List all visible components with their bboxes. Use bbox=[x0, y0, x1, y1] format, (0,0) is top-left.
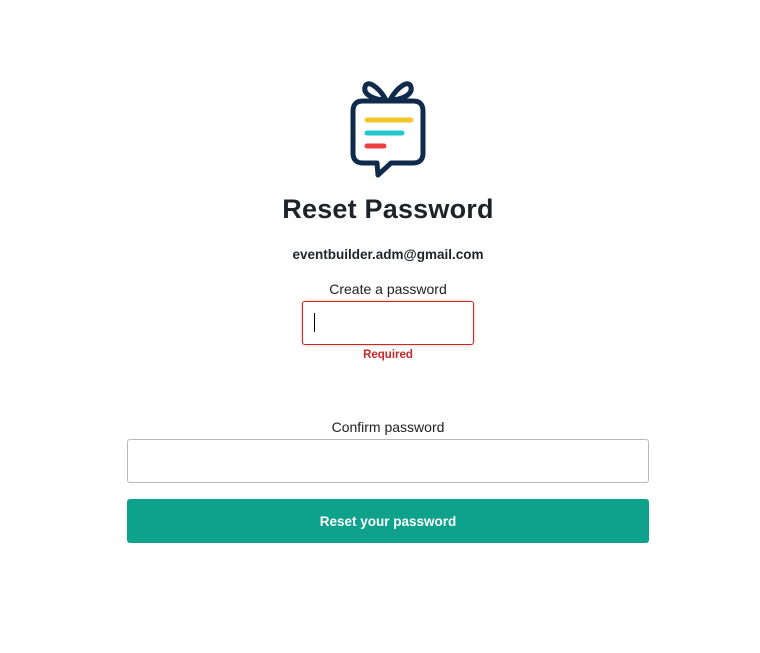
required-error-message: Required bbox=[363, 349, 413, 361]
account-email: eventbuilder.adm@gmail.com bbox=[292, 247, 484, 262]
confirm-password-label: Confirm password bbox=[331, 419, 445, 435]
create-password-label: Create a password bbox=[329, 281, 447, 297]
text-caret bbox=[314, 313, 315, 332]
page-title: Reset Password bbox=[282, 194, 494, 224]
reset-password-button[interactable]: Reset your password bbox=[127, 499, 649, 543]
reset-password-page: Reset Password eventbuilder.adm@gmail.co… bbox=[0, 0, 760, 653]
gift-message-logo-icon bbox=[350, 81, 426, 178]
create-password-input[interactable] bbox=[302, 301, 474, 345]
confirm-password-input[interactable] bbox=[127, 439, 649, 483]
